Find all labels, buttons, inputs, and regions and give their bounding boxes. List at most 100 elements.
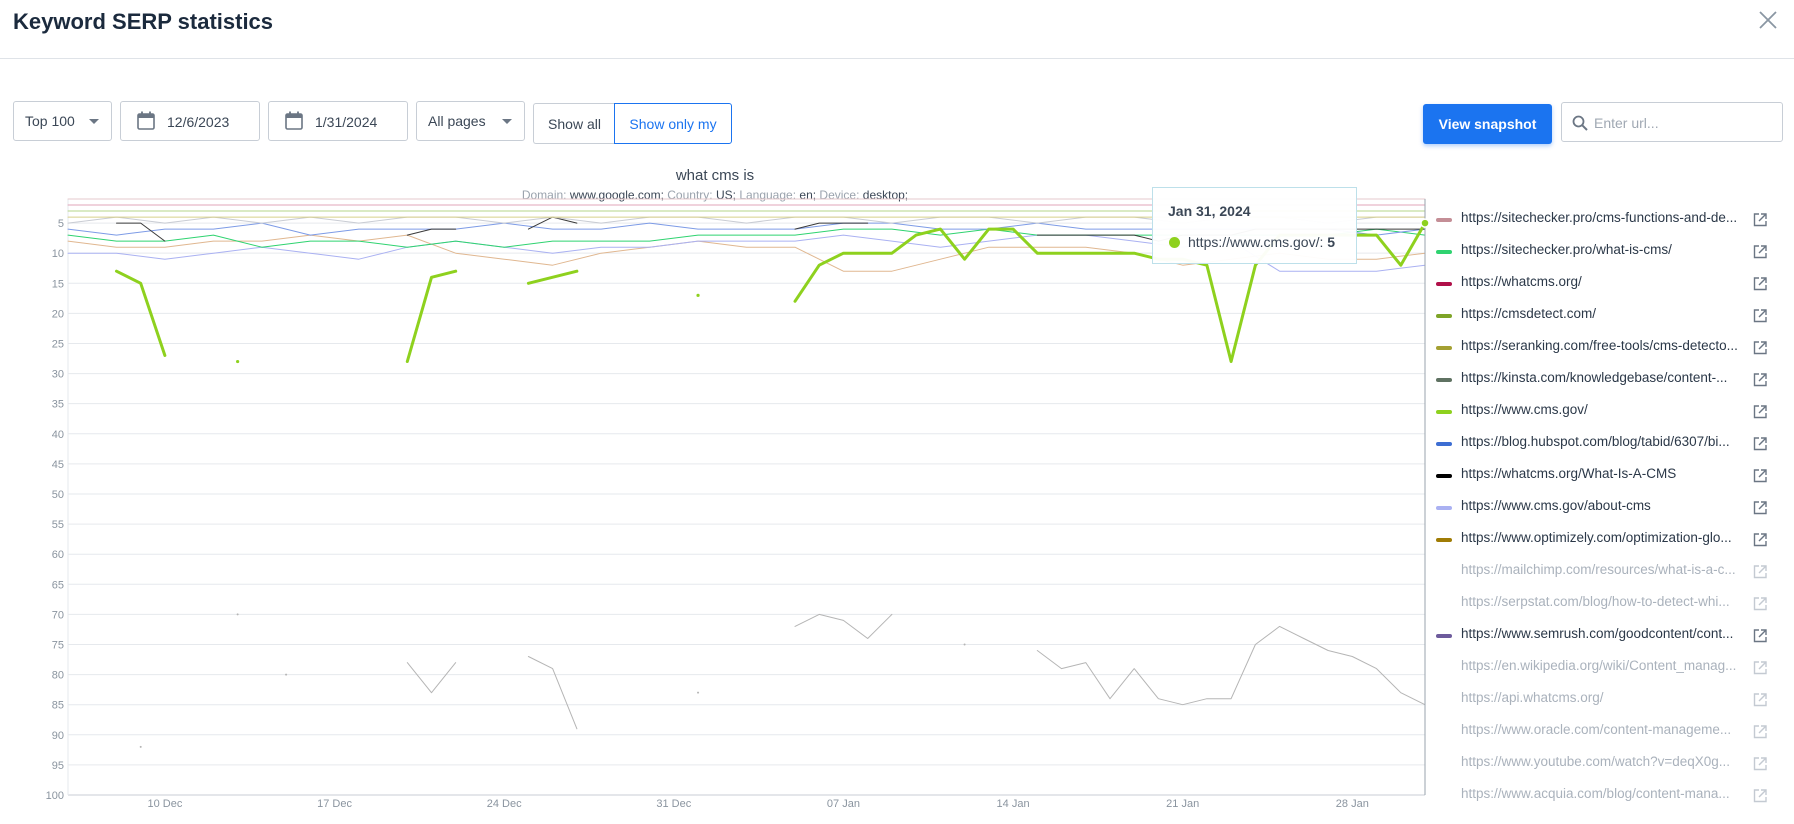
external-link-icon[interactable] xyxy=(1753,469,1767,483)
close-icon[interactable] xyxy=(1756,8,1780,32)
legend-swatch xyxy=(1436,634,1452,638)
external-link-icon[interactable] xyxy=(1753,693,1767,707)
external-link-icon[interactable] xyxy=(1753,725,1767,739)
legend-item[interactable]: https://www.cms.gov/about-cms xyxy=(1430,492,1794,524)
view-snapshot-button[interactable]: View snapshot xyxy=(1423,104,1552,144)
tooltip-url: https://www.cms.gov/: xyxy=(1188,234,1324,250)
legend-item[interactable]: https://www.youtube.com/watch?v=deqX0g..… xyxy=(1430,748,1794,780)
external-link-icon[interactable] xyxy=(1753,341,1767,355)
top-select[interactable]: Top 100 xyxy=(13,101,112,141)
series-line xyxy=(794,613,893,639)
y-tick-label: 90 xyxy=(52,730,64,742)
legend-item[interactable]: https://seranking.com/free-tools/cms-det… xyxy=(1430,332,1794,364)
date-from-value: 12/6/2023 xyxy=(167,114,230,130)
modal-title: Keyword SERP statistics xyxy=(13,9,274,34)
tooltip-date: Jan 31, 2024 xyxy=(1168,203,1251,219)
series-line xyxy=(527,656,578,730)
legend-item[interactable]: https://blog.hubspot.com/blog/tabid/6307… xyxy=(1430,428,1794,460)
external-link-icon[interactable] xyxy=(1753,789,1767,803)
y-tick-label: 85 xyxy=(52,700,64,712)
y-tick-label: 25 xyxy=(52,338,64,350)
legend-swatch xyxy=(1436,250,1452,254)
legend-item[interactable]: https://sitechecker.pro/cms-functions-an… xyxy=(1430,204,1794,236)
url-search-input[interactable] xyxy=(1592,103,1781,143)
date-to-field[interactable]: 1/31/2024 xyxy=(268,101,408,141)
legend-swatch xyxy=(1436,378,1452,382)
external-link-icon[interactable] xyxy=(1753,597,1767,611)
legend-item[interactable]: https://sitechecker.pro/what-is-cms/ xyxy=(1430,236,1794,268)
legend-label: https://mailchimp.com/resources/what-is-… xyxy=(1461,562,1736,577)
legend-swatch xyxy=(1436,410,1452,414)
x-tick-label: 07 Jan xyxy=(827,798,860,810)
x-tick-label: 21 Jan xyxy=(1166,798,1199,810)
series-line xyxy=(406,228,457,236)
chevron-down-icon xyxy=(502,119,512,124)
external-link-icon[interactable] xyxy=(1753,277,1767,291)
x-tick-label: 14 Jan xyxy=(997,798,1030,810)
external-link-icon[interactable] xyxy=(1753,501,1767,515)
external-link-icon[interactable] xyxy=(1753,437,1767,451)
legend-item[interactable]: https://kinsta.com/knowledgebase/content… xyxy=(1430,364,1794,396)
chart-tooltip: Jan 31, 2024 https://www.cms.gov/: 5 xyxy=(1152,187,1357,264)
series-line xyxy=(405,269,458,363)
y-tick-label: 10 xyxy=(52,248,64,260)
external-link-icon[interactable] xyxy=(1753,213,1767,227)
legend-item[interactable]: https://api.whatcms.org/ xyxy=(1430,684,1794,716)
y-tick-label: 55 xyxy=(52,519,64,531)
external-link-icon[interactable] xyxy=(1753,245,1767,259)
date-from-field[interactable]: 12/6/2023 xyxy=(120,101,260,141)
chart-title: what cms is xyxy=(675,167,755,184)
legend-item[interactable]: https://www.optimizely.com/optimization-… xyxy=(1430,524,1794,556)
legend-item[interactable]: https://en.wikipedia.org/wiki/Content_ma… xyxy=(1430,652,1794,684)
legend-item[interactable]: https://www.semrush.com/goodcontent/cont… xyxy=(1430,620,1794,652)
pages-select[interactable]: All pages xyxy=(416,101,525,141)
external-link-icon[interactable] xyxy=(1753,533,1767,547)
legend-swatch xyxy=(1436,314,1452,318)
legend-label: https://www.optimizely.com/optimization-… xyxy=(1461,530,1732,545)
external-link-icon[interactable] xyxy=(1753,373,1767,387)
legend-label: https://www.cms.gov/about-cms xyxy=(1461,498,1651,513)
legend-item[interactable]: https://serpstat.com/blog/how-to-detect-… xyxy=(1430,588,1794,620)
show-all-toggle[interactable]: Show all xyxy=(533,103,615,144)
legend-item[interactable]: https://whatcms.org/ xyxy=(1430,268,1794,300)
legend-label: https://www.youtube.com/watch?v=deqX0g..… xyxy=(1461,754,1731,769)
external-link-icon[interactable] xyxy=(1753,565,1767,579)
legend-item[interactable]: https://www.acquia.com/blog/content-mana… xyxy=(1430,780,1794,812)
external-link-icon[interactable] xyxy=(1753,757,1767,771)
series-point xyxy=(236,359,240,364)
legend-item[interactable]: https://mailchimp.com/resources/what-is-… xyxy=(1430,556,1794,588)
legend-item[interactable]: https://cmsdetect.com/ xyxy=(1430,300,1794,332)
series-line xyxy=(1036,625,1426,706)
legend-label: https://api.whatcms.org/ xyxy=(1461,690,1604,705)
x-tick-label: 17 Dec xyxy=(317,798,352,810)
legend-swatch xyxy=(1436,442,1452,446)
external-link-icon[interactable] xyxy=(1753,405,1767,419)
external-link-icon[interactable] xyxy=(1753,661,1767,675)
url-search-field[interactable] xyxy=(1561,102,1783,143)
tooltip-series-marker xyxy=(1169,237,1180,248)
legend-item[interactable]: https://whatcms.org/What-Is-A-CMS xyxy=(1430,460,1794,492)
hover-point xyxy=(1420,218,1430,228)
serp-position-chart[interactable]: 5 10 15 20 25 30 35 40 45 50 55 60 65 70 75 80 85 90 95 100… xyxy=(0,195,1430,824)
x-tick-label: 31 Dec xyxy=(656,798,691,810)
show-only-my-label: Show only my xyxy=(629,115,717,132)
external-link-icon[interactable] xyxy=(1753,629,1767,643)
y-tick-label: 95 xyxy=(52,760,64,772)
legend-swatch xyxy=(1436,218,1452,222)
legend-item[interactable]: https://www.oracle.com/content-manageme.… xyxy=(1430,716,1794,748)
y-tick-label: 80 xyxy=(52,670,64,682)
legend-swatch xyxy=(1436,346,1452,350)
calendar-icon xyxy=(285,111,303,130)
tooltip-value: 5 xyxy=(1327,234,1336,250)
view-snapshot-label: View snapshot xyxy=(1438,116,1537,132)
y-tick-label: 15 xyxy=(52,278,64,290)
legend-item[interactable]: https://www.cms.gov/ xyxy=(1430,396,1794,428)
legend-label: https://whatcms.org/ xyxy=(1461,274,1582,289)
legend-label: https://kinsta.com/knowledgebase/content… xyxy=(1461,370,1728,385)
external-link-icon[interactable] xyxy=(1753,309,1767,323)
y-tick-label: 20 xyxy=(52,308,64,320)
y-tick-label: 40 xyxy=(52,429,64,441)
y-tick-label: 35 xyxy=(52,399,64,411)
show-only-my-toggle[interactable]: Show only my xyxy=(614,103,732,144)
legend-label: https://seranking.com/free-tools/cms-det… xyxy=(1461,338,1738,353)
